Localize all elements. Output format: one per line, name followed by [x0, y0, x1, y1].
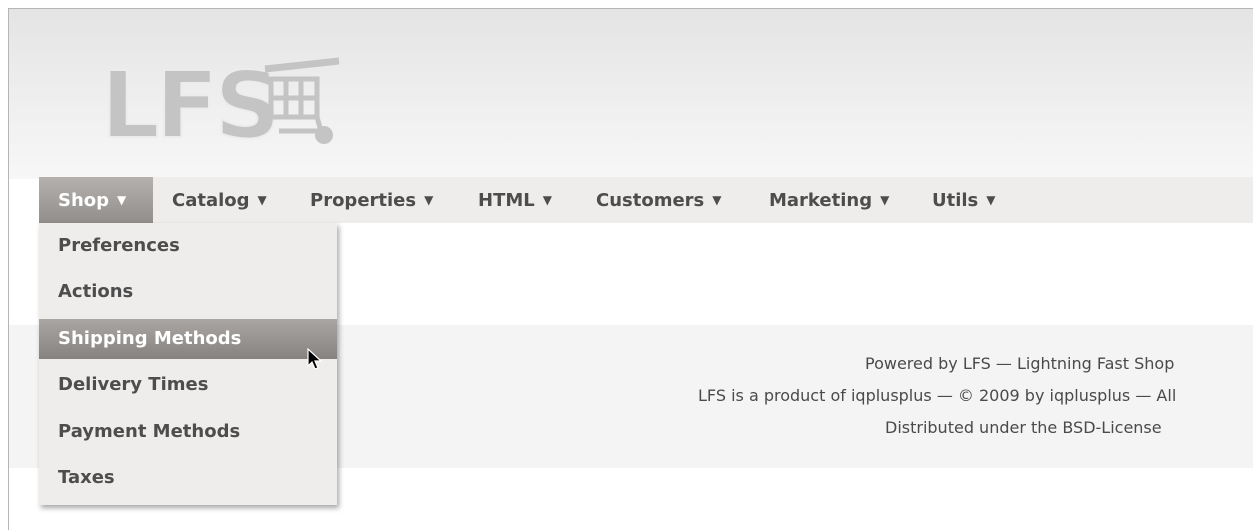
triangle-down-icon: ▼ [880, 193, 890, 207]
triangle-down-icon: ▼ [712, 193, 722, 207]
cart-wheel-icon [315, 126, 333, 144]
triangle-down-icon: ▼ [424, 193, 434, 207]
menu-utils[interactable]: Utils ▼ [932, 177, 996, 223]
lfs-logo[interactable]: LFS [99, 49, 344, 160]
page-frame: LFS Shop ▼ Catalog ▼ Properties ▼ HTML ▼… [8, 8, 1253, 530]
menu-customers[interactable]: Customers ▼ [596, 177, 722, 223]
menu-catalog[interactable]: Catalog ▼ [172, 177, 267, 223]
menu-catalog-label: Catalog [172, 190, 250, 211]
menu-properties-label: Properties [310, 190, 417, 211]
shop-dropdown-menu: Preferences Actions Shipping Methods Del… [39, 223, 337, 505]
logo-text: LFS [101, 52, 277, 149]
triangle-down-icon: ▼ [117, 193, 127, 207]
main-menu-bar: Shop ▼ Catalog ▼ Properties ▼ HTML ▼ Custome… [39, 177, 1253, 223]
menu-customers-label: Customers [596, 190, 705, 211]
menu-properties[interactable]: Properties ▼ [310, 177, 433, 223]
menu-html[interactable]: HTML ▼ [478, 177, 552, 223]
menu-utils-label: Utils [932, 190, 979, 211]
menu-marketing[interactable]: Marketing ▼ [769, 177, 889, 223]
dropdown-item-taxes[interactable]: Taxes [39, 458, 337, 498]
lfs-logo-graphic: LFS [100, 51, 340, 160]
dropdown-item-delivery-times[interactable]: Delivery Times [39, 365, 337, 405]
header: LFS [9, 9, 1253, 179]
dropdown-item-preferences[interactable]: Preferences [39, 226, 337, 266]
menu-shop-label: Shop [58, 190, 110, 211]
footer-powered-by: Powered by LFS — Lightning Fast Shop [865, 354, 1175, 373]
dropdown-item-actions[interactable]: Actions [39, 272, 337, 312]
triangle-down-icon: ▼ [542, 193, 552, 207]
dropdown-item-payment-methods[interactable]: Payment Methods [39, 412, 337, 452]
menu-marketing-label: Marketing [769, 190, 873, 211]
menu-html-label: HTML [478, 190, 535, 211]
triangle-down-icon: ▼ [257, 193, 267, 207]
menu-shop[interactable]: Shop ▼ [39, 177, 153, 223]
footer-copyright: LFS is a product of iqplusplus — © 2009 … [698, 386, 1177, 405]
dropdown-item-shipping-methods[interactable]: Shipping Methods [39, 319, 337, 359]
triangle-down-icon: ▼ [986, 193, 996, 207]
footer-license: Distributed under the BSD-License [885, 418, 1162, 437]
mouse-pointer-icon [307, 347, 323, 376]
